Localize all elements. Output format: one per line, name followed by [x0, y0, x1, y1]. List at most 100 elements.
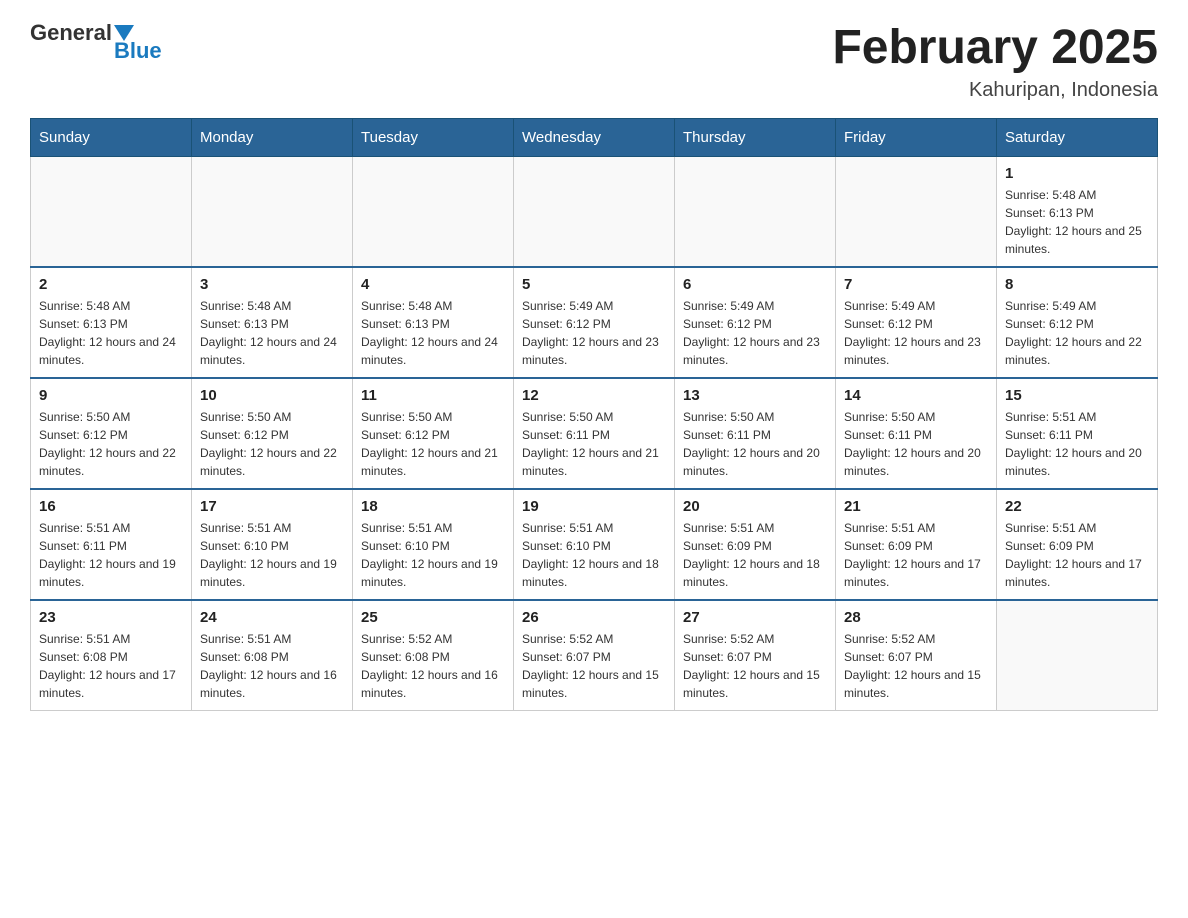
day-info: Sunrise: 5:50 AMSunset: 6:11 PMDaylight:…: [683, 408, 827, 480]
day-number: 25: [361, 609, 505, 626]
day-info: Sunrise: 5:52 AMSunset: 6:07 PMDaylight:…: [844, 630, 988, 702]
day-info: Sunrise: 5:49 AMSunset: 6:12 PMDaylight:…: [1005, 297, 1149, 369]
day-info: Sunrise: 5:51 AMSunset: 6:11 PMDaylight:…: [1005, 408, 1149, 480]
calendar-cell: 18 Sunrise: 5:51 AMSunset: 6:10 PMDayligh…: [353, 489, 514, 600]
day-info: Sunrise: 5:52 AMSunset: 6:08 PMDaylight:…: [361, 630, 505, 702]
day-number: 4: [361, 276, 505, 293]
day-number: 20: [683, 498, 827, 515]
calendar-cell: [514, 157, 675, 268]
day-number: 14: [844, 387, 988, 404]
calendar-cell: 22 Sunrise: 5:51 AMSunset: 6:09 PMDayligh…: [997, 489, 1158, 600]
day-number: 15: [1005, 387, 1149, 404]
day-info: Sunrise: 5:51 AMSunset: 6:09 PMDaylight:…: [844, 519, 988, 591]
logo: General General Blue: [30, 20, 162, 66]
weekday-header-thursday: Thursday: [675, 119, 836, 157]
calendar-cell: [31, 157, 192, 268]
calendar-cell: 14 Sunrise: 5:50 AMSunset: 6:11 PMDayligh…: [836, 378, 997, 489]
day-info: Sunrise: 5:48 AMSunset: 6:13 PMDaylight:…: [200, 297, 344, 369]
calendar-cell: [675, 157, 836, 268]
calendar-cell: 6 Sunrise: 5:49 AMSunset: 6:12 PMDaylight…: [675, 267, 836, 378]
calendar-cell: 7Sunrise: 5:49 AMSunset: 6:12 PMDaylight…: [836, 267, 997, 378]
logo-blue-text: Blue: [112, 38, 162, 64]
calendar-week-row: 23 Sunrise: 5:51 AMSunset: 6:08 PMDayligh…: [31, 600, 1158, 711]
day-number: 3: [200, 276, 344, 293]
day-number: 9: [39, 387, 183, 404]
day-number: 21: [844, 498, 988, 515]
day-info: Sunrise: 5:50 AMSunset: 6:12 PMDaylight:…: [39, 408, 183, 480]
page-header: General General Blue February 2025 Kahur…: [30, 20, 1158, 102]
weekday-header-wednesday: Wednesday: [514, 119, 675, 157]
title-section: February 2025 Kahuripan, Indonesia: [832, 20, 1158, 102]
day-info: Sunrise: 5:49 AMSunset: 6:12 PMDaylight:…: [522, 297, 666, 369]
day-info: Sunrise: 5:51 AMSunset: 6:09 PMDaylight:…: [683, 519, 827, 591]
calendar-cell: 8 Sunrise: 5:49 AMSunset: 6:12 PMDaylight…: [997, 267, 1158, 378]
weekday-header-friday: Friday: [836, 119, 997, 157]
calendar-cell: 21 Sunrise: 5:51 AMSunset: 6:09 PMDayligh…: [836, 489, 997, 600]
calendar-cell: 28 Sunrise: 5:52 AMSunset: 6:07 PMDayligh…: [836, 600, 997, 711]
day-info: Sunrise: 5:51 AMSunset: 6:08 PMDaylight:…: [39, 630, 183, 702]
day-number: 12: [522, 387, 666, 404]
calendar-cell: 10 Sunrise: 5:50 AMSunset: 6:12 PMDayligh…: [192, 378, 353, 489]
calendar-cell: 3 Sunrise: 5:48 AMSunset: 6:13 PMDaylight…: [192, 267, 353, 378]
day-info: Sunrise: 5:51 AMSunset: 6:08 PMDaylight:…: [200, 630, 344, 702]
calendar-cell: 24 Sunrise: 5:51 AMSunset: 6:08 PMDayligh…: [192, 600, 353, 711]
weekday-header-monday: Monday: [192, 119, 353, 157]
location-label: Kahuripan, Indonesia: [832, 79, 1158, 102]
calendar-cell: 17 Sunrise: 5:51 AMSunset: 6:10 PMDayligh…: [192, 489, 353, 600]
calendar-week-row: 1Sunrise: 5:48 AMSunset: 6:13 PMDaylight…: [31, 157, 1158, 268]
day-number: 5: [522, 276, 666, 293]
calendar-cell: 13 Sunrise: 5:50 AMSunset: 6:11 PMDayligh…: [675, 378, 836, 489]
day-info: Sunrise: 5:50 AMSunset: 6:12 PMDaylight:…: [200, 408, 344, 480]
day-info: Sunrise: 5:51 AMSunset: 6:10 PMDaylight:…: [522, 519, 666, 591]
calendar-cell: 16Sunrise: 5:51 AMSunset: 6:11 PMDayligh…: [31, 489, 192, 600]
day-number: 24: [200, 609, 344, 626]
calendar-cell: [353, 157, 514, 268]
calendar-cell: 4Sunrise: 5:48 AMSunset: 6:13 PMDaylight…: [353, 267, 514, 378]
day-info: Sunrise: 5:51 AMSunset: 6:10 PMDaylight:…: [361, 519, 505, 591]
calendar-cell: [997, 600, 1158, 711]
calendar-cell: 1Sunrise: 5:48 AMSunset: 6:13 PMDaylight…: [997, 157, 1158, 268]
day-number: 26: [522, 609, 666, 626]
day-number: 6: [683, 276, 827, 293]
calendar-table: SundayMondayTuesdayWednesdayThursdayFrid…: [30, 118, 1158, 711]
day-number: 13: [683, 387, 827, 404]
calendar-cell: 23 Sunrise: 5:51 AMSunset: 6:08 PMDayligh…: [31, 600, 192, 711]
calendar-cell: 19 Sunrise: 5:51 AMSunset: 6:10 PMDayligh…: [514, 489, 675, 600]
day-number: 23: [39, 609, 183, 626]
day-number: 19: [522, 498, 666, 515]
day-number: 2: [39, 276, 183, 293]
calendar-cell: 15 Sunrise: 5:51 AMSunset: 6:11 PMDayligh…: [997, 378, 1158, 489]
day-info: Sunrise: 5:50 AMSunset: 6:12 PMDaylight:…: [361, 408, 505, 480]
day-number: 22: [1005, 498, 1149, 515]
calendar-week-row: 16Sunrise: 5:51 AMSunset: 6:11 PMDayligh…: [31, 489, 1158, 600]
calendar-cell: 12Sunrise: 5:50 AMSunset: 6:11 PMDayligh…: [514, 378, 675, 489]
weekday-header-saturday: Saturday: [997, 119, 1158, 157]
day-info: Sunrise: 5:52 AMSunset: 6:07 PMDaylight:…: [683, 630, 827, 702]
weekday-header-row: SundayMondayTuesdayWednesdayThursdayFrid…: [31, 119, 1158, 157]
day-info: Sunrise: 5:48 AMSunset: 6:13 PMDaylight:…: [1005, 186, 1149, 258]
day-info: Sunrise: 5:51 AMSunset: 6:09 PMDaylight:…: [1005, 519, 1149, 591]
weekday-header-tuesday: Tuesday: [353, 119, 514, 157]
day-number: 11: [361, 387, 505, 404]
calendar-cell: 20 Sunrise: 5:51 AMSunset: 6:09 PMDayligh…: [675, 489, 836, 600]
calendar-cell: 9 Sunrise: 5:50 AMSunset: 6:12 PMDaylight…: [31, 378, 192, 489]
day-info: Sunrise: 5:50 AMSunset: 6:11 PMDaylight:…: [844, 408, 988, 480]
calendar-week-row: 9 Sunrise: 5:50 AMSunset: 6:12 PMDaylight…: [31, 378, 1158, 489]
calendar-cell: 27 Sunrise: 5:52 AMSunset: 6:07 PMDayligh…: [675, 600, 836, 711]
calendar-week-row: 2 Sunrise: 5:48 AMSunset: 6:13 PMDaylight…: [31, 267, 1158, 378]
day-number: 10: [200, 387, 344, 404]
day-info: Sunrise: 5:49 AMSunset: 6:12 PMDaylight:…: [683, 297, 827, 369]
day-info: Sunrise: 5:51 AMSunset: 6:10 PMDaylight:…: [200, 519, 344, 591]
day-number: 27: [683, 609, 827, 626]
day-info: Sunrise: 5:51 AMSunset: 6:11 PMDaylight:…: [39, 519, 183, 591]
calendar-cell: 11 Sunrise: 5:50 AMSunset: 6:12 PMDayligh…: [353, 378, 514, 489]
calendar-cell: 26Sunrise: 5:52 AMSunset: 6:07 PMDayligh…: [514, 600, 675, 711]
day-number: 8: [1005, 276, 1149, 293]
calendar-cell: 5 Sunrise: 5:49 AMSunset: 6:12 PMDaylight…: [514, 267, 675, 378]
day-info: Sunrise: 5:48 AMSunset: 6:13 PMDaylight:…: [39, 297, 183, 369]
day-number: 18: [361, 498, 505, 515]
day-number: 28: [844, 609, 988, 626]
day-number: 17: [200, 498, 344, 515]
day-info: Sunrise: 5:49 AMSunset: 6:12 PMDaylight:…: [844, 297, 988, 369]
calendar-cell: 2 Sunrise: 5:48 AMSunset: 6:13 PMDaylight…: [31, 267, 192, 378]
